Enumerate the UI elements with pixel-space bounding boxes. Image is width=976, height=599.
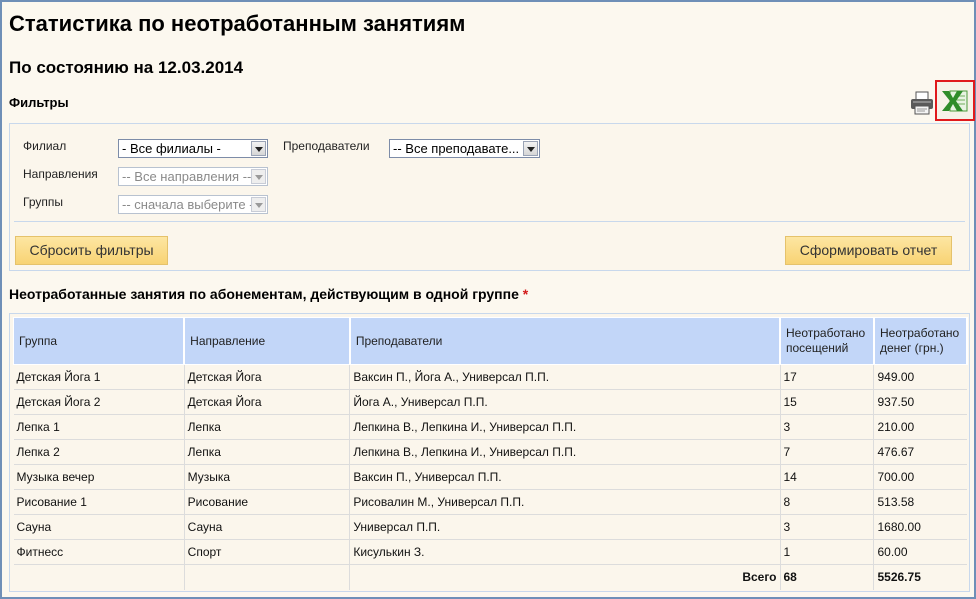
cell-money: 476.67 <box>873 439 967 465</box>
table-row: Сауна Сауна Универсал П.П. 3 1680.00 <box>13 514 967 540</box>
column-header-direction[interactable]: Направление <box>183 317 351 365</box>
cell-money: 700.00 <box>873 464 967 490</box>
report-heading: Неотработанные занятия по абонементам, д… <box>9 286 528 302</box>
column-header-money[interactable]: Неотработано денег (грн.) <box>873 317 969 365</box>
cell-visits: 7 <box>780 439 875 465</box>
table-row: Фитнесс Спорт Кисулькин З. 1 60.00 <box>13 539 967 565</box>
cell-money: 937.50 <box>873 389 967 415</box>
cell-visits: 14 <box>780 464 875 490</box>
page-title: Статистика по неотработанным занятиям <box>9 11 466 36</box>
groups-label: Группы <box>23 195 63 209</box>
cell-teachers: Лепкина В., Лепкина И., Универсал П.П. <box>349 439 781 465</box>
table-row: Лепка 1 Лепка Лепкина В., Лепкина И., Ун… <box>13 414 967 440</box>
cell-teachers: Йога А., Универсал П.П. <box>349 389 781 415</box>
total-visits: 68 <box>780 564 875 590</box>
chevron-down-icon <box>251 197 266 212</box>
report-heading-text: Неотработанные занятия по абонементам, д… <box>9 286 519 302</box>
cell-visits: 17 <box>780 364 875 390</box>
cell-empty <box>184 564 351 590</box>
report-frame: Статистика по неотработанным занятиям По… <box>0 0 976 599</box>
cell-group: Фитнесс <box>13 539 185 565</box>
groups-select[interactable]: -- сначала выберите -- <box>118 195 268 214</box>
cell-group: Лепка 1 <box>13 414 185 440</box>
table-row: Лепка 2 Лепка Лепкина В., Лепкина И., Ун… <box>13 439 967 465</box>
table-row: Рисование 1 Рисование Рисовалин М., Унив… <box>13 489 967 515</box>
groups-select-value: -- сначала выберите -- <box>122 197 258 212</box>
total-label: Всего <box>349 564 781 590</box>
cell-group: Детская Йога 2 <box>13 389 185 415</box>
table-row: Детская Йога 2 Детская Йога Йога А., Уни… <box>13 389 967 415</box>
cell-visits: 3 <box>780 514 875 540</box>
reset-filters-button[interactable]: Сбросить фильтры <box>15 236 168 265</box>
table-row: Музыка вечер Музыка Ваксин П., Универсал… <box>13 464 967 490</box>
cell-direction: Музыка <box>184 464 351 490</box>
chevron-down-icon <box>251 169 266 184</box>
cell-money: 60.00 <box>873 539 967 565</box>
direction-label: Направления <box>23 167 98 181</box>
cell-money: 513.58 <box>873 489 967 515</box>
cell-money: 1680.00 <box>873 514 967 540</box>
report-date: По состоянию на 12.03.2014 <box>9 58 244 77</box>
teachers-label: Преподаватели <box>283 139 370 153</box>
excel-icon <box>942 90 968 112</box>
cell-direction: Сауна <box>184 514 351 540</box>
table-row: Детская Йога 1 Детская Йога Ваксин П., Й… <box>13 364 967 390</box>
cell-group: Музыка вечер <box>13 464 185 490</box>
cell-group: Сауна <box>13 514 185 540</box>
cell-visits: 3 <box>780 414 875 440</box>
branch-select-value: - Все филиалы - <box>122 141 221 156</box>
cell-empty <box>13 564 185 590</box>
cell-direction: Лепка <box>184 439 351 465</box>
cell-visits: 8 <box>780 489 875 515</box>
total-row: Всего 68 5526.75 <box>13 564 968 590</box>
column-header-visits[interactable]: Неотработано посещений <box>779 317 875 365</box>
cell-visits: 1 <box>780 539 875 565</box>
direction-select-value: -- Все направления -- <box>122 169 252 184</box>
teachers-select-value: -- Все преподавате... <box>393 141 520 156</box>
branch-label: Филиал <box>23 139 67 153</box>
filter-fields: Филиал - Все филиалы - Преподаватели -- … <box>14 128 965 222</box>
cell-teachers: Кисулькин З. <box>349 539 781 565</box>
cell-visits: 15 <box>780 389 875 415</box>
chevron-down-icon <box>251 141 266 156</box>
branch-select[interactable]: - Все филиалы - <box>118 139 268 158</box>
cell-teachers: Ваксин П., Универсал П.П. <box>349 464 781 490</box>
report-table: Группа Направление Преподаватели Неотраб… <box>13 317 969 590</box>
column-header-group[interactable]: Группа <box>13 317 186 365</box>
cell-direction: Детская Йога <box>184 389 351 415</box>
cell-money: 949.00 <box>873 364 967 390</box>
table-header-row: Группа Направление Преподаватели Неотраб… <box>13 317 969 365</box>
build-report-button[interactable]: Сформировать отчет <box>785 236 952 265</box>
cell-group: Рисование 1 <box>13 489 185 515</box>
cell-direction: Рисование <box>184 489 351 515</box>
cell-teachers: Универсал П.П. <box>349 514 781 540</box>
footnote-star: * <box>522 286 529 302</box>
report-table-container: Группа Направление Преподаватели Неотраб… <box>9 313 970 592</box>
cell-direction: Детская Йога <box>184 364 351 390</box>
chevron-down-icon <box>523 141 538 156</box>
cell-teachers: Ваксин П., Йога А., Универсал П.П. <box>349 364 781 390</box>
teachers-select[interactable]: -- Все преподавате... <box>389 139 540 158</box>
cell-group: Лепка 2 <box>13 439 185 465</box>
cell-direction: Лепка <box>184 414 351 440</box>
cell-teachers: Лепкина В., Лепкина И., Универсал П.П. <box>349 414 781 440</box>
direction-select[interactable]: -- Все направления -- <box>118 167 268 186</box>
cell-money: 210.00 <box>873 414 967 440</box>
column-header-teachers[interactable]: Преподаватели <box>349 317 782 365</box>
excel-export-button[interactable] <box>935 80 975 121</box>
cell-group: Детская Йога 1 <box>13 364 185 390</box>
filter-panel: Филиал - Все филиалы - Преподаватели -- … <box>9 123 970 271</box>
cell-teachers: Рисовалин М., Универсал П.П. <box>349 489 781 515</box>
printer-icon[interactable] <box>909 91 935 115</box>
total-money: 5526.75 <box>877 570 921 585</box>
filters-heading: Фильтры <box>9 95 69 110</box>
cell-direction: Спорт <box>184 539 351 565</box>
